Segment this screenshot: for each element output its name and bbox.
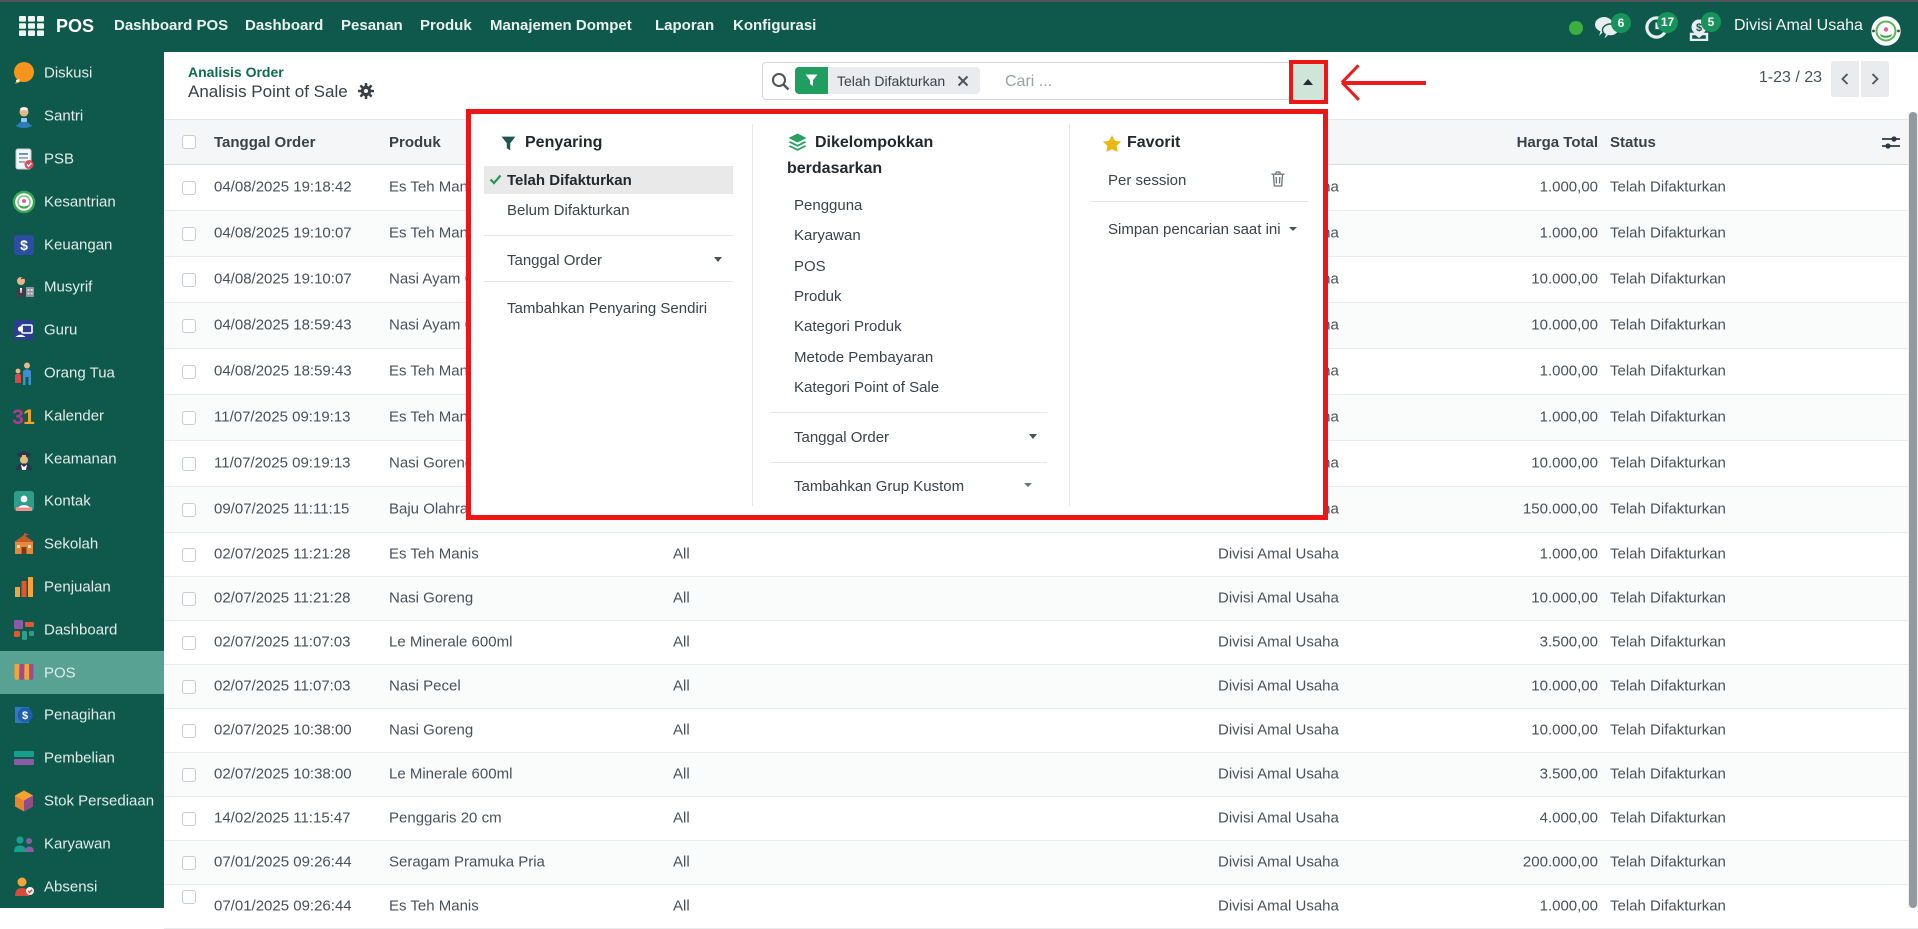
- svg-text:3: 3: [12, 406, 24, 428]
- svg-text:$: $: [22, 710, 28, 722]
- svg-text:1: 1: [23, 406, 35, 428]
- svg-text:$: $: [20, 237, 28, 253]
